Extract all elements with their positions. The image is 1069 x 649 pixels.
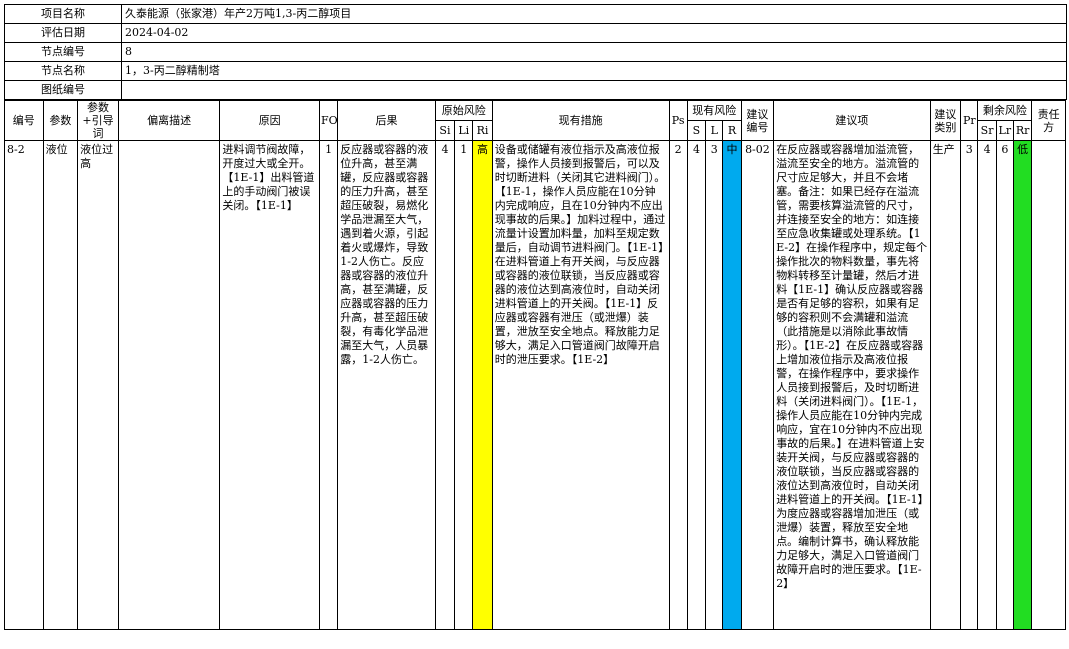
info-block: 项目名称 久泰能源（张家港）年产2万吨1,3-丙二醇项目 评估日期 2024-0… xyxy=(4,4,1067,100)
cell-rr[interactable]: 低 xyxy=(1012,140,1033,630)
cell-owner[interactable] xyxy=(1031,140,1066,630)
cell-ps[interactable]: 2 xyxy=(668,140,688,630)
cell-rec-type[interactable]: 生产 xyxy=(929,140,962,630)
cell-param[interactable]: 液位 xyxy=(42,140,79,630)
node-no-label: 节点编号 xyxy=(4,42,122,62)
col-measures-header: 现有措施 xyxy=(491,100,670,141)
cell-lr[interactable]: 6 xyxy=(995,140,1014,630)
cell-pr[interactable]: 3 xyxy=(960,140,979,630)
col-s-header: S xyxy=(686,120,707,141)
col-resid-risk-header: 剩余风险 xyxy=(977,100,1033,121)
info-row-node-no: 节点编号 8 xyxy=(4,42,1067,62)
eval-date-label: 评估日期 xyxy=(4,23,122,43)
col-param-guide-header: 参数+引导词 xyxy=(77,100,119,141)
node-name-label: 节点名称 xyxy=(4,61,122,81)
col-consequence-header: 后果 xyxy=(337,100,436,141)
cell-cause[interactable]: 进料调节阀故障，开度过大或全开。【1E-1】出料管道上的手动阀门被误关闭。【1E… xyxy=(219,140,320,630)
cell-measures[interactable]: 设备或储罐有液位指示及高液位报警，操作人员接到报警后，可以及时切断进料（关闭其它… xyxy=(491,140,670,630)
cell-ri[interactable]: 高 xyxy=(472,140,493,630)
eval-date-value[interactable]: 2024-04-02 xyxy=(121,23,1067,43)
col-orig-risk-header: 原始风险 xyxy=(434,100,493,121)
col-rec-no-header: 建议编号 xyxy=(740,100,775,141)
col-sr-header: Sr xyxy=(977,120,997,141)
info-row-node-name: 节点名称 1，3-丙二醇精制塔 xyxy=(4,61,1067,81)
drawing-no-value[interactable] xyxy=(121,80,1067,100)
cell-li[interactable]: 1 xyxy=(454,140,474,630)
cell-rec-no[interactable]: 8-02 xyxy=(740,140,775,630)
info-row-date: 评估日期 2024-04-02 xyxy=(4,23,1067,43)
cell-param-guide[interactable]: 液位过高 xyxy=(77,140,119,630)
cell-no[interactable]: 8-2 xyxy=(4,140,44,630)
cell-rec[interactable]: 在反应器或容器增加溢流管，溢流至安全的地方。溢流管的尺寸应足够大，并且不会堵塞。… xyxy=(773,140,931,630)
cell-deviation[interactable] xyxy=(117,140,221,630)
col-rec-header: 建议项 xyxy=(773,100,931,141)
col-rec-type-header: 建议类别 xyxy=(929,100,962,141)
col-pr-header: Pr xyxy=(960,100,979,141)
col-si-header: Si xyxy=(434,120,456,141)
node-no-value[interactable]: 8 xyxy=(121,42,1067,62)
cell-s[interactable]: 4 xyxy=(686,140,707,630)
project-name-value[interactable]: 久泰能源（张家港）年产2万吨1,3-丙二醇项目 xyxy=(121,4,1067,24)
cell-sr[interactable]: 4 xyxy=(977,140,997,630)
col-deviation-header: 偏离描述 xyxy=(117,100,221,141)
col-ri-header: Ri xyxy=(472,120,493,141)
project-name-label: 项目名称 xyxy=(4,4,122,24)
cell-consequence[interactable]: 反应器或容器的液位升高，甚至满罐，反应器或容器的压力升高，甚至超压破裂，易燃化学… xyxy=(337,140,436,630)
node-name-value[interactable]: 1，3-丙二醇精制塔 xyxy=(121,61,1067,81)
col-param-header: 参数 xyxy=(42,100,79,141)
info-row-drawing: 图纸编号 xyxy=(4,80,1067,100)
cell-si[interactable]: 4 xyxy=(434,140,456,630)
header-row: 编号 参数 参数+引导词 偏离描述 原因 FOP 后果 原始风险 现有措施 Ps… xyxy=(4,100,1066,141)
drawing-no-label: 图纸编号 xyxy=(4,80,122,100)
hazop-worksheet: 项目名称 久泰能源（张家港）年产2万吨1,3-丙二醇项目 评估日期 2024-0… xyxy=(4,4,1067,630)
hazop-table: 编号 参数 参数+引导词 偏离描述 原因 FOP 后果 原始风险 现有措施 Ps… xyxy=(4,100,1066,630)
col-ps-header: Ps xyxy=(668,100,688,141)
col-curr-risk-header: 现有风险 xyxy=(686,100,742,121)
col-fop-header: FOP xyxy=(318,100,339,141)
col-l-header: L xyxy=(705,120,724,141)
col-no-header: 编号 xyxy=(4,100,44,141)
info-row-project: 项目名称 久泰能源（张家港）年产2万吨1,3-丙二醇项目 xyxy=(4,4,1067,24)
col-owner-header: 责任方 xyxy=(1031,100,1066,141)
table-row: 8-2 液位 液位过高 进料调节阀故障，开度过大或全开。【1E-1】出料管道上的… xyxy=(4,140,1066,630)
cell-l[interactable]: 3 xyxy=(705,140,724,630)
cell-r[interactable]: 中 xyxy=(722,140,742,630)
col-rr-header: Rr xyxy=(1012,120,1033,141)
col-r-header: R xyxy=(722,120,742,141)
cell-fop[interactable]: 1 xyxy=(318,140,339,630)
col-lr-header: Lr xyxy=(995,120,1014,141)
col-cause-header: 原因 xyxy=(219,100,320,141)
col-li-header: Li xyxy=(454,120,474,141)
